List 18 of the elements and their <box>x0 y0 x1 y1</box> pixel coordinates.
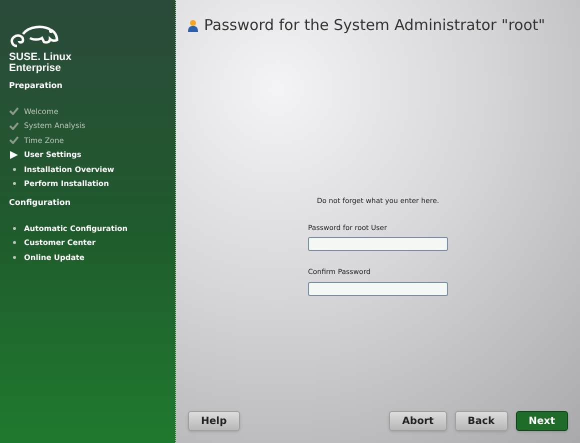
chameleon-logo-icon <box>9 24 59 48</box>
help-button[interactable]: Help <box>188 411 240 431</box>
section-title: Configuration <box>9 197 72 209</box>
user-icon <box>188 18 198 32</box>
arrow-icon <box>10 150 18 159</box>
password-field[interactable] <box>308 282 448 296</box>
password-field[interactable] <box>308 237 448 251</box>
next-button[interactable]: Next <box>516 411 568 431</box>
section-title: Preparation <box>9 80 64 92</box>
back-button[interactable]: Back <box>454 411 508 431</box>
brand-name: SUSE. Linux Enterprise <box>9 52 72 74</box>
bullet-icon <box>12 182 16 186</box>
abort-button[interactable]: Abort <box>389 411 447 431</box>
bullet-icon <box>12 256 16 259</box>
bullet-icon <box>12 226 16 230</box>
page-title: Password for the System Administrator "root" <box>204 15 546 36</box>
bullet-icon <box>12 241 16 244</box>
bullet-icon <box>12 168 16 171</box>
